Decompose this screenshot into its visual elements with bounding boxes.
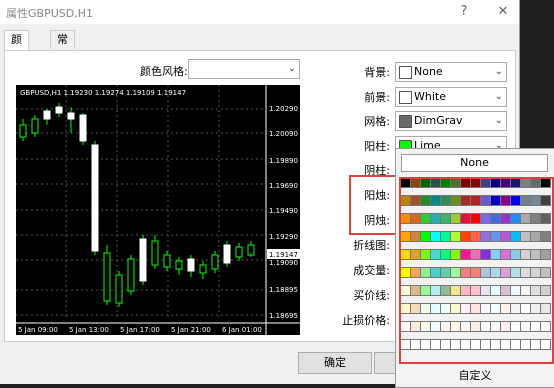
candle-body [43, 110, 51, 120]
candle-body [67, 112, 75, 120]
candle-body [127, 258, 135, 292]
price-label: 1.18895 [269, 286, 298, 294]
highlight-box-grid [399, 177, 554, 364]
time-label: 6 Jan 01:00 [222, 326, 262, 334]
candle-body [139, 238, 147, 282]
chevron-down-icon: ⌄ [494, 115, 503, 126]
candle-body [235, 246, 243, 258]
color-scheme-select[interactable]: ⌄ [188, 59, 300, 79]
candle-body [199, 264, 207, 274]
price-label: 1.20290 [269, 105, 298, 113]
candle-body [19, 124, 27, 138]
prop-label: 前景: [364, 91, 390, 104]
tab-colors[interactable]: 颜色 [4, 30, 29, 64]
candle-body [163, 254, 171, 268]
chevron-down-icon: ⌄ [494, 91, 503, 102]
prop-label: 成交量: [353, 264, 390, 277]
prop-color-value: None [414, 65, 443, 78]
candle-body [175, 260, 183, 270]
window-title: 属性GBPUSD,H1 [6, 7, 93, 20]
prop-color-value: DimGrav [414, 114, 463, 127]
prop-color-select[interactable]: White ⌄ [395, 87, 507, 107]
candle-body [91, 144, 99, 252]
price-label: 1.19090 [269, 259, 298, 267]
candle-body [31, 118, 39, 134]
candle-body [103, 252, 111, 302]
time-label: 5 Jan 09:00 [18, 326, 58, 334]
time-label: 5 Jan 13:00 [69, 326, 109, 334]
time-label: 5 Jan 17:00 [120, 326, 160, 334]
tab-common[interactable]: 常用 [50, 30, 75, 64]
prop-label: 背景: [364, 66, 390, 79]
none-color-button[interactable]: None [401, 154, 548, 172]
price-label: 1.19490 [269, 207, 298, 215]
price-label: 1.20090 [269, 130, 298, 138]
candle-body [115, 274, 123, 304]
price-label: 1.19890 [269, 157, 298, 165]
prop-label: 止损价格: [342, 314, 390, 327]
candle-body [223, 244, 231, 264]
price-label: 1.18695 [269, 312, 298, 320]
prop-label: 买价线: [353, 289, 390, 302]
color-scheme-label: 颜色风格: [140, 65, 188, 78]
candle-body [55, 106, 63, 114]
candle-body [247, 244, 255, 256]
candle-body [151, 240, 159, 266]
ok-button[interactable]: 确定 [298, 352, 372, 374]
chevron-down-icon: ⌄ [287, 63, 296, 74]
prop-color-select[interactable]: DimGrav ⌄ [395, 111, 507, 131]
close-button[interactable]: ✕ [494, 3, 512, 21]
prop-label: 阳柱: [364, 140, 390, 153]
chevron-down-icon: ⌄ [494, 66, 503, 77]
color-swatch [399, 115, 412, 128]
time-label: 5 Jan 21:00 [171, 326, 211, 334]
chart-preview: 1.20290 1.20090 1.19890 1.19690 1.19490 1.192… [16, 85, 300, 335]
highlight-box-labels [349, 175, 397, 235]
color-picker-popup: None 自定义 [395, 148, 554, 388]
cancel-button[interactable] [374, 352, 396, 374]
candle-body [187, 258, 195, 272]
price-label: 1.19690 [269, 182, 298, 190]
color-swatch [399, 91, 412, 104]
custom-color-button[interactable]: 自定义 [396, 367, 554, 383]
prop-label: 折线图: [353, 239, 390, 252]
current-price-label: 1.19147 [269, 251, 298, 259]
candle-body [79, 114, 87, 142]
chart-header: GBPUSD,H1 1.19230 1.19274 1.19109 1.1914… [20, 89, 186, 97]
title-bar: 属性GBPUSD,H1 ? ✕ [0, 0, 519, 24]
chart-svg: 1.20290 1.20090 1.19890 1.19690 1.19490 1.192… [16, 85, 300, 335]
prop-color-select[interactable]: None ⌄ [395, 62, 507, 82]
help-button[interactable]: ? [455, 3, 473, 21]
prop-color-value: White [414, 90, 446, 103]
price-label: 1.19290 [269, 233, 298, 241]
candle-body [211, 254, 219, 270]
prop-label: 网格: [364, 115, 390, 128]
color-swatch [399, 66, 412, 79]
